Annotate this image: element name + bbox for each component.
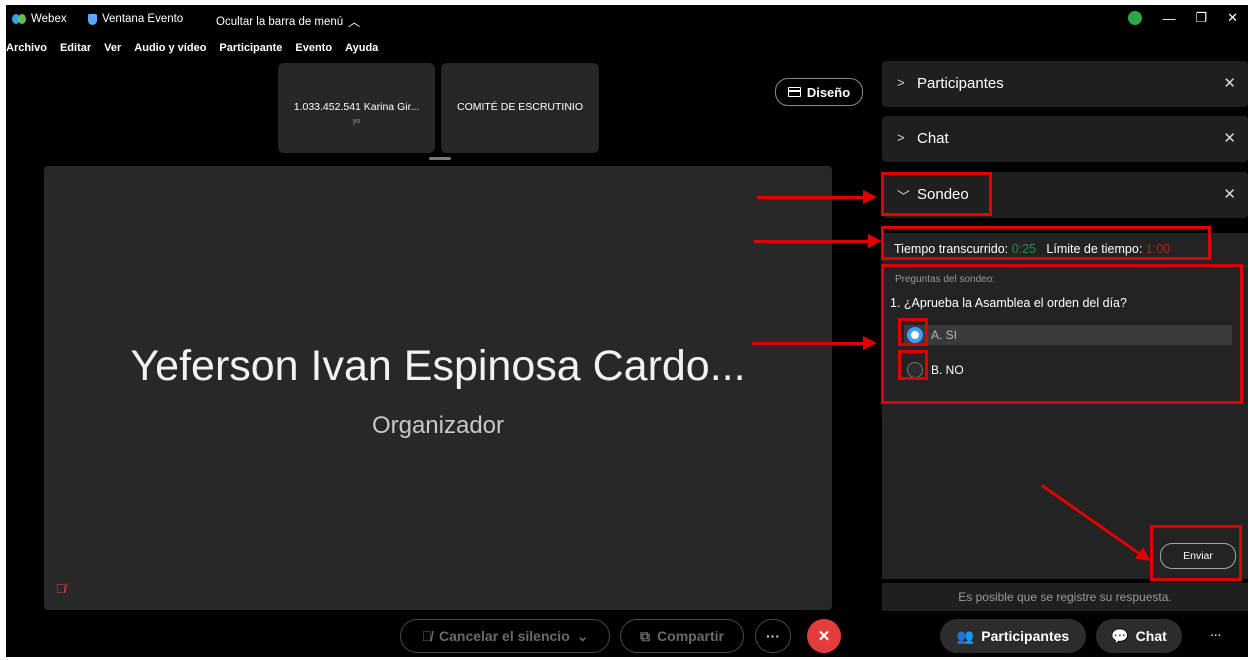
window-controls: — ❐ ✕: [1128, 10, 1238, 26]
share-screen-icon: ⧉: [640, 627, 651, 644]
layout-button-label: Diseño: [806, 84, 851, 100]
menu-evento[interactable]: Evento: [295, 42, 332, 58]
annotation-arrow-icon: [757, 190, 877, 204]
mic-off-icon: 🎙̸: [421, 628, 433, 644]
overflow-menu-button[interactable]: ···: [1204, 619, 1228, 653]
event-window-title: Ventana Evento: [88, 13, 183, 25]
participants-button[interactable]: 👥 Participantes: [940, 619, 1086, 653]
annotation-arrow-icon: [752, 336, 877, 350]
chevron-right-icon: >: [897, 75, 905, 90]
menu-participante[interactable]: Participante: [219, 42, 282, 58]
participant-thumbnail-self[interactable]: 1.033.452.541 Karina Gir... yo: [278, 63, 435, 153]
thumbnail-self-tag: yo: [352, 118, 361, 125]
participants-label: Participantes: [981, 628, 1070, 644]
share-button[interactable]: ⧉ Compartir: [620, 619, 744, 653]
chat-label: Chat: [1135, 628, 1167, 644]
app-title: Webex: [12, 13, 67, 25]
webex-logo-icon: [12, 14, 26, 24]
window-name: Ventana Evento: [102, 13, 184, 25]
highlight-timer: [881, 226, 1211, 260]
close-icon[interactable]: ✕: [1223, 185, 1236, 203]
layout-button[interactable]: Diseño: [775, 78, 863, 106]
active-speaker-name: Yeferson Ivan Espinosa Cardo...: [130, 342, 746, 390]
participants-icon: 👥: [956, 627, 975, 644]
main-video-stage: Yeferson Ivan Espinosa Cardo... Organiza…: [44, 166, 832, 610]
unmute-label: Cancelar el silencio: [439, 628, 570, 644]
menu-archivo[interactable]: Archivo: [6, 42, 47, 58]
app-name: Webex: [31, 13, 67, 25]
active-speaker-role: Organizador: [371, 412, 505, 439]
more-options-button[interactable]: ···: [755, 619, 791, 653]
highlight-option-a: [898, 318, 928, 346]
minimize-icon[interactable]: —: [1162, 11, 1175, 26]
recording-notice: Es posible que se registre su respuesta.: [882, 583, 1248, 611]
muted-mic-icon: 🎙̸: [56, 581, 66, 596]
restore-icon[interactable]: ❐: [1195, 10, 1207, 26]
menu-ayuda[interactable]: Ayuda: [345, 42, 378, 58]
title-bar: Webex Ventana Evento Ocultar la barra de…: [6, 5, 1248, 35]
hide-menu-label: Ocultar la barra de menú: [216, 15, 344, 28]
menu-editar[interactable]: Editar: [60, 42, 91, 58]
participant-thumbnail-committee[interactable]: COMITÉ DE ESCRUTINIO: [441, 63, 599, 153]
chat-panel-header[interactable]: > Chat ✕: [882, 116, 1248, 162]
shield-icon: [88, 13, 97, 25]
close-icon[interactable]: ✕: [1223, 129, 1236, 147]
thumbnail-name: COMITÉ DE ESCRUTINIO: [456, 101, 583, 113]
status-avatar-icon[interactable]: [1128, 11, 1143, 25]
close-window-icon[interactable]: ✕: [1227, 10, 1238, 26]
unmute-button[interactable]: 🎙̸ Cancelar el silencio ⌄: [400, 619, 610, 653]
participants-panel-header[interactable]: > Participantes ✕: [882, 61, 1248, 107]
chat-bubble-icon: 💬: [1111, 627, 1129, 644]
chat-button[interactable]: 💬 Chat: [1096, 619, 1182, 653]
annotation-arrow-icon: [754, 234, 882, 248]
panel-title: Chat: [917, 130, 949, 147]
highlight-option-b: [898, 350, 928, 380]
share-label: Compartir: [657, 628, 724, 644]
highlight-submit: [1150, 525, 1242, 581]
menu-audio-video[interactable]: Audio y vídeo: [134, 42, 206, 58]
highlight-poll-header: [881, 172, 992, 216]
leave-meeting-button[interactable]: ✕: [807, 619, 841, 653]
thumbnail-name: 1.033.452.541 Karina Gir...: [293, 101, 420, 113]
close-icon[interactable]: ✕: [1223, 74, 1236, 92]
hide-menu-toggle[interactable]: Ocultar la barra de menú ︿: [216, 13, 360, 30]
menu-bar: Archivo Editar Ver Audio y vídeo Partici…: [6, 42, 378, 58]
chevron-right-icon: >: [897, 130, 905, 145]
resize-handle[interactable]: [429, 157, 451, 160]
layout-icon: [787, 87, 801, 97]
chevron-up-icon: ︿: [348, 15, 361, 29]
panel-title: Participantes: [917, 75, 1004, 92]
chevron-down-icon[interactable]: ⌄: [577, 628, 589, 645]
menu-ver[interactable]: Ver: [104, 42, 121, 58]
highlight-question: [881, 264, 1243, 404]
